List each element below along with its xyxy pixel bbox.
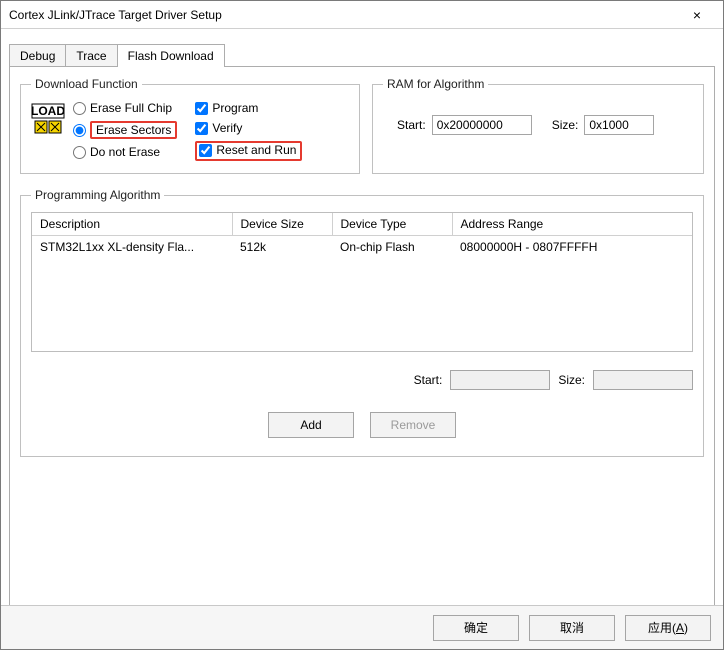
apply-button-mnemonic: A — [676, 621, 684, 635]
window-title: Cortex JLink/JTrace Target Driver Setup — [9, 8, 222, 22]
dialog-button-bar: 确定 取消 应用(A) — [1, 605, 723, 649]
check-verify-label: Verify — [212, 121, 242, 135]
check-program-input[interactable] — [195, 102, 208, 115]
check-program-label: Program — [212, 101, 258, 115]
tab-body-flash: Download Function LOAD — [9, 66, 715, 626]
th-address-range[interactable]: Address Range — [452, 213, 692, 236]
check-reset-and-run[interactable]: Reset and Run — [195, 141, 302, 161]
apply-button[interactable]: 应用(A) — [625, 615, 711, 641]
radio-do-not-erase-input[interactable] — [73, 146, 86, 159]
check-program[interactable]: Program — [195, 101, 302, 115]
legend-algo: Programming Algorithm — [31, 188, 164, 202]
tab-strip: Debug Trace Flash Download — [9, 43, 715, 66]
th-device-type[interactable]: Device Type — [332, 213, 452, 236]
algo-size-label: Size: — [558, 373, 585, 387]
cell-device-size: 512k — [232, 236, 332, 259]
algorithm-table[interactable]: Description Device Size Device Type Addr… — [31, 212, 693, 352]
radio-erase-full-chip[interactable]: Erase Full Chip — [73, 101, 177, 115]
radio-erase-sectors[interactable]: Erase Sectors — [73, 121, 177, 139]
close-icon[interactable]: × — [677, 4, 717, 26]
remove-button: Remove — [370, 412, 456, 438]
dialog-window: Cortex JLink/JTrace Target Driver Setup … — [0, 0, 724, 650]
ok-button[interactable]: 确定 — [433, 615, 519, 641]
tab-debug[interactable]: Debug — [9, 44, 66, 67]
top-row: Download Function LOAD — [20, 77, 704, 174]
radio-erase-full-chip-input[interactable] — [73, 102, 86, 115]
algo-button-row: Add Remove — [31, 412, 693, 438]
titlebar: Cortex JLink/JTrace Target Driver Setup … — [1, 1, 723, 29]
check-verify[interactable]: Verify — [195, 121, 302, 135]
radio-do-not-erase-label: Do not Erase — [90, 145, 160, 159]
group-programming-algorithm: Programming Algorithm Description Device… — [20, 188, 704, 457]
load-icon: LOAD — [31, 103, 65, 137]
action-check-group: Program Verify Reset and Run — [195, 101, 302, 161]
ram-size-label: Size: — [552, 118, 579, 132]
th-device-size[interactable]: Device Size — [232, 213, 332, 236]
cell-description: STM32L1xx XL-density Fla... — [32, 236, 232, 259]
check-reset-and-run-label: Reset and Run — [216, 143, 296, 157]
check-verify-input[interactable] — [195, 122, 208, 135]
ram-start-input[interactable] — [432, 115, 532, 135]
group-ram-for-algorithm: RAM for Algorithm Start: Size: — [372, 77, 704, 174]
ram-size-input[interactable] — [584, 115, 654, 135]
erase-radio-group: Erase Full Chip Erase Sectors Do not Era… — [73, 101, 177, 159]
legend-ram: RAM for Algorithm — [383, 77, 488, 91]
apply-button-label: 应用 — [648, 621, 672, 635]
algo-start-label: Start: — [414, 373, 443, 387]
radio-erase-sectors-input[interactable] — [73, 124, 86, 137]
radio-do-not-erase[interactable]: Do not Erase — [73, 145, 177, 159]
table-header-row: Description Device Size Device Type Addr… — [32, 213, 692, 236]
legend-download-function: Download Function — [31, 77, 142, 91]
tab-trace[interactable]: Trace — [65, 44, 117, 67]
radio-erase-full-chip-label: Erase Full Chip — [90, 101, 172, 115]
algo-start-input — [450, 370, 550, 390]
svg-text:LOAD: LOAD — [31, 104, 65, 118]
cell-address-range: 08000000H - 0807FFFFH — [452, 236, 692, 259]
algo-range-row: Start: Size: — [31, 370, 693, 390]
th-description[interactable]: Description — [32, 213, 232, 236]
group-download-function: Download Function LOAD — [20, 77, 360, 174]
tab-flash-download[interactable]: Flash Download — [117, 44, 225, 67]
cell-device-type: On-chip Flash — [332, 236, 452, 259]
cancel-button[interactable]: 取消 — [529, 615, 615, 641]
algo-size-input — [593, 370, 693, 390]
radio-erase-sectors-label: Erase Sectors — [90, 121, 177, 139]
client-area: Debug Trace Flash Download Download Func… — [1, 29, 723, 626]
table-row[interactable]: STM32L1xx XL-density Fla... 512k On-chip… — [32, 236, 692, 259]
add-button[interactable]: Add — [268, 412, 354, 438]
ram-start-label: Start: — [397, 118, 426, 132]
check-reset-and-run-input[interactable] — [199, 144, 212, 157]
